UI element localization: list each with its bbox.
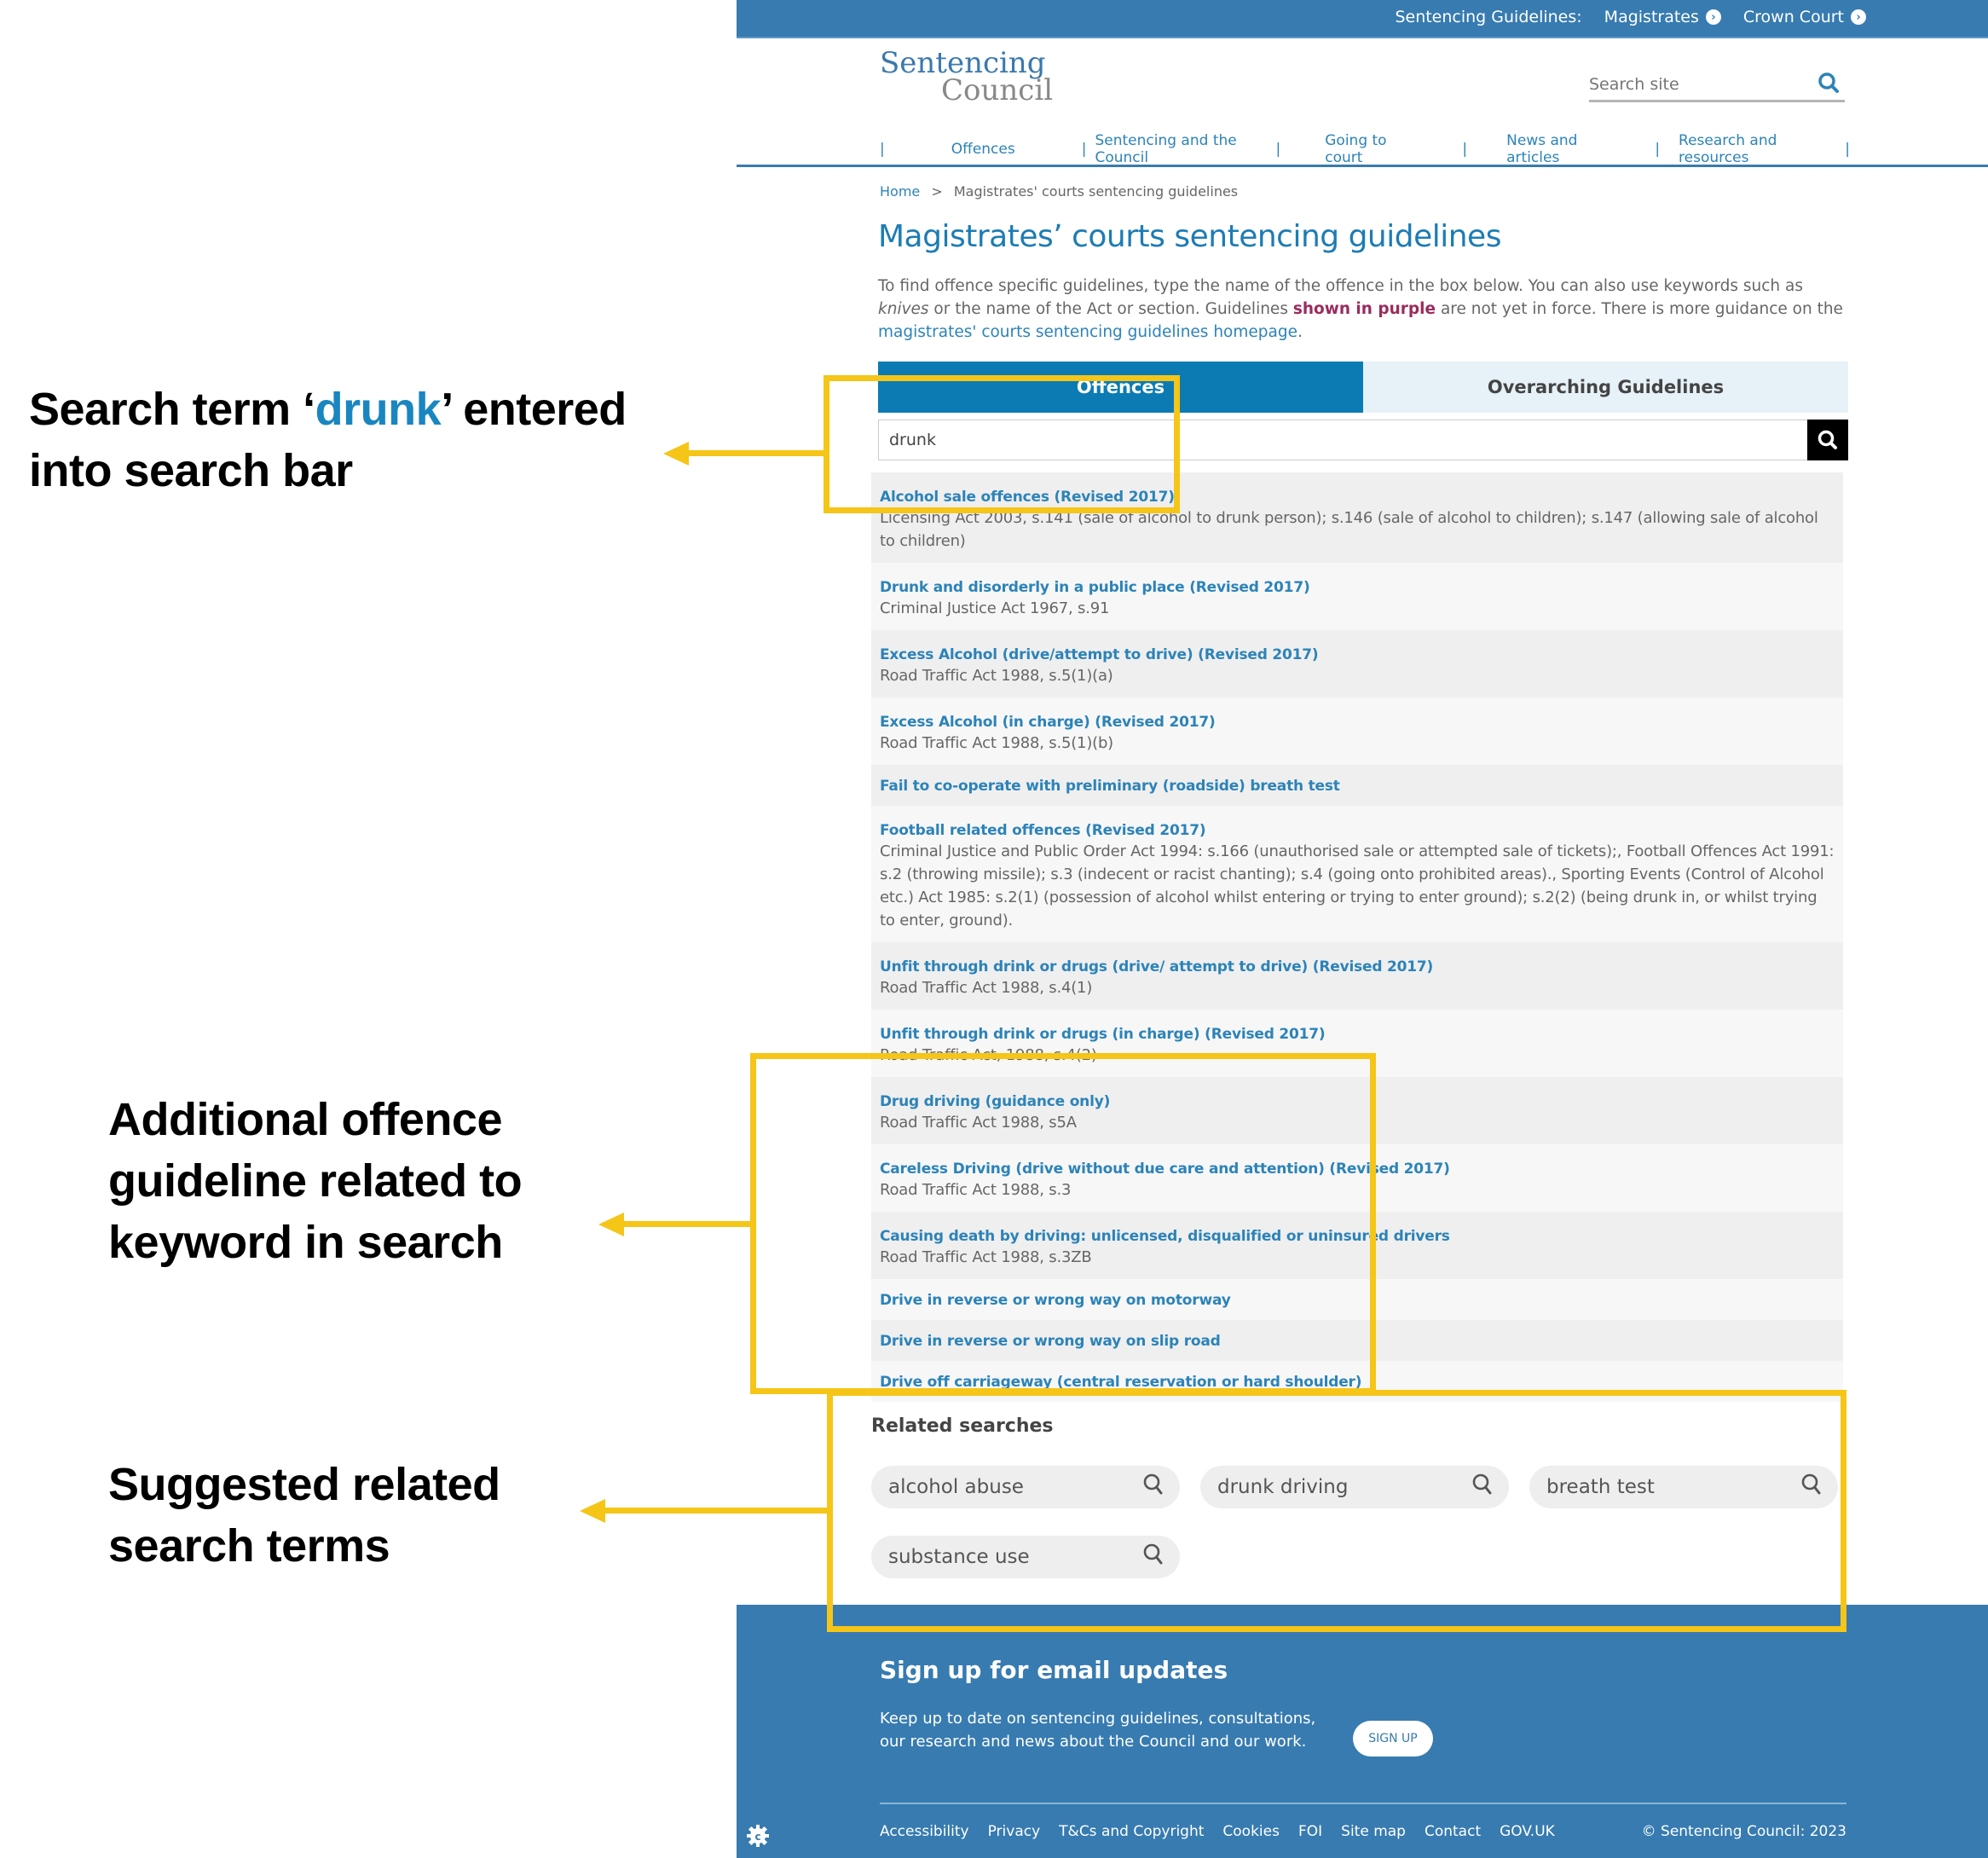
top-bar: Sentencing Guidelines: Magistrates › Crow… bbox=[737, 0, 1988, 38]
footer-link-contact[interactable]: Contact bbox=[1425, 1823, 1481, 1840]
sentencing-council-logo[interactable]: Sentencing Council bbox=[880, 49, 1054, 107]
tab-overarching-guidelines[interactable]: Overarching Guidelines bbox=[1363, 362, 1848, 413]
magistrates-link[interactable]: Magistrates › bbox=[1604, 8, 1721, 26]
result-row: Drunk and disorderly in a public place (… bbox=[871, 563, 1843, 630]
result-title-link[interactable]: Unfit through drink or drugs (drive/ att… bbox=[880, 958, 1835, 976]
sign-up-button[interactable]: SIGN UP bbox=[1353, 1721, 1433, 1757]
nav-divider: | bbox=[1845, 141, 1850, 158]
nav-going-to-court[interactable]: Going to court bbox=[1325, 132, 1414, 166]
guidelines-homepage-link[interactable]: magistrates' courts sentencing guideline… bbox=[878, 323, 1297, 341]
chevron-right-icon: › bbox=[1705, 9, 1721, 25]
nav-research-and-resources[interactable]: Research and resources bbox=[1679, 132, 1828, 166]
result-description: Criminal Justice and Public Order Act 19… bbox=[880, 842, 1835, 929]
breadcrumb-home[interactable]: Home bbox=[880, 183, 920, 200]
arrow-line bbox=[622, 1221, 754, 1227]
highlight-box-additional bbox=[750, 1053, 1376, 1394]
site-search bbox=[1589, 68, 1845, 102]
search-icon[interactable] bbox=[1818, 72, 1840, 98]
result-title-link[interactable]: Excess Alcohol (in charge) (Revised 2017… bbox=[880, 713, 1835, 732]
arrow-line bbox=[687, 450, 827, 456]
footer-link-site-map[interactable]: Site map bbox=[1341, 1823, 1406, 1840]
intro-emphasis: knives bbox=[878, 300, 929, 318]
nav-sentencing-and-the-council[interactable]: Sentencing and the Council bbox=[1095, 132, 1267, 166]
result-description: Criminal Justice Act 1967, s.91 bbox=[880, 599, 1110, 617]
intro-purple-text: shown in purple bbox=[1292, 300, 1436, 318]
result-row: Fail to co-operate with preliminary (roa… bbox=[871, 765, 1843, 806]
result-title-link[interactable]: Unfit through drink or drugs (in charge)… bbox=[880, 1025, 1835, 1044]
annotation-additional-offence: Additional offence guideline related to … bbox=[108, 1094, 523, 1268]
result-title-link[interactable]: Drunk and disorderly in a public place (… bbox=[880, 578, 1835, 597]
result-row: Football related offences (Revised 2017)… bbox=[871, 806, 1843, 942]
nav-divider-line bbox=[737, 165, 1988, 167]
svg-text:c: c bbox=[754, 1831, 760, 1843]
footer-link-foi[interactable]: FOI bbox=[1298, 1823, 1322, 1840]
result-description: Licensing Act 2003, s.141 (sale of alcoh… bbox=[880, 509, 1818, 550]
intro-part: . bbox=[1297, 323, 1303, 341]
intro-part: To find offence specific guidelines, typ… bbox=[878, 277, 1804, 295]
highlight-box-search bbox=[824, 375, 1180, 513]
footer: Sign up for email updates Keep up to dat… bbox=[737, 1605, 1988, 1858]
annotation-highlight: drunk bbox=[315, 384, 442, 435]
result-title-link[interactable]: Excess Alcohol (drive/attempt to drive) … bbox=[880, 645, 1835, 664]
chevron-right-icon: › bbox=[1851, 9, 1866, 25]
result-row: Unfit through drink or drugs (drive/ att… bbox=[871, 942, 1843, 1010]
nav-divider: | bbox=[1275, 141, 1281, 158]
nav-divider: | bbox=[1081, 141, 1087, 158]
intro-part: are not yet in force. There is more guid… bbox=[1436, 300, 1843, 318]
result-title-link[interactable]: Fail to co-operate with preliminary (roa… bbox=[880, 777, 1835, 796]
nav-divider: | bbox=[880, 141, 885, 158]
crown-court-link-label: Crown Court bbox=[1742, 8, 1844, 26]
annotation-search-term: Search term ‘drunk’ entered into search … bbox=[29, 379, 711, 501]
site-search-input[interactable] bbox=[1589, 68, 1802, 94]
email-signup-text: Keep up to date on sentencing guidelines… bbox=[880, 1710, 1316, 1751]
arrow-head bbox=[580, 1499, 605, 1523]
footer-link-terms[interactable]: T&Cs and Copyright bbox=[1059, 1823, 1204, 1840]
result-row: Excess Alcohol (in charge) (Revised 2017… bbox=[871, 697, 1843, 765]
footer-link-govuk[interactable]: GOV.UK bbox=[1500, 1823, 1555, 1840]
annotation-text: Search term ‘ bbox=[29, 384, 315, 435]
footer-link-privacy[interactable]: Privacy bbox=[988, 1823, 1041, 1840]
copyright: © Sentencing Council: 2023 bbox=[1641, 1823, 1846, 1840]
result-description: Road Traffic Act 1988, s.5(1)(b) bbox=[880, 734, 1114, 752]
nav-divider: | bbox=[1462, 141, 1468, 158]
guidelines-label: Sentencing Guidelines: bbox=[1395, 8, 1582, 26]
footer-link-cookies[interactable]: Cookies bbox=[1222, 1823, 1280, 1840]
page-title: Magistrates’ courts sentencing guideline… bbox=[878, 219, 1501, 254]
footer-links: Accessibility Privacy T&Cs and Copyright… bbox=[880, 1823, 1555, 1840]
result-row: Excess Alcohol (drive/attempt to drive) … bbox=[871, 630, 1843, 697]
result-description: Road Traffic Act 1988, s.4(1) bbox=[880, 979, 1093, 997]
magistrates-link-label: Magistrates bbox=[1604, 8, 1699, 26]
breadcrumb-current: Magistrates' courts sentencing guideline… bbox=[953, 183, 1239, 200]
intro-text: To find offence specific guidelines, typ… bbox=[878, 275, 1850, 344]
annotation-related-terms: Suggested related search terms bbox=[108, 1459, 500, 1571]
arrow-line bbox=[605, 1508, 830, 1514]
search-icon bbox=[1818, 430, 1837, 449]
nav-offences[interactable]: Offences bbox=[951, 141, 1015, 158]
email-signup-heading: Sign up for email updates bbox=[880, 1656, 1228, 1684]
result-title-link[interactable]: Football related offences (Revised 2017) bbox=[880, 821, 1835, 840]
intro-part: or the name of the Act or section. Guide… bbox=[928, 300, 1293, 318]
crown-court-link[interactable]: Crown Court › bbox=[1743, 8, 1866, 26]
arrow-head bbox=[598, 1213, 624, 1236]
footer-link-accessibility[interactable]: Accessibility bbox=[880, 1823, 969, 1840]
main-nav: | Offences | Sentencing and the Council … bbox=[880, 132, 1850, 166]
breadcrumb-separator: > bbox=[931, 183, 943, 200]
nav-divider: | bbox=[1655, 141, 1661, 158]
nav-news-and-articles[interactable]: News and articles bbox=[1506, 132, 1617, 166]
cookie-settings-gear-icon[interactable]: c bbox=[747, 1825, 769, 1850]
highlight-box-related bbox=[827, 1390, 1846, 1632]
result-description: Road Traffic Act 1988, s.5(1)(a) bbox=[880, 667, 1113, 685]
offence-search-button[interactable] bbox=[1807, 420, 1848, 460]
breadcrumb: Home > Magistrates' courts sentencing gu… bbox=[880, 183, 1238, 200]
footer-divider bbox=[880, 1803, 1846, 1804]
logo-line-2: Council bbox=[941, 73, 1054, 107]
arrow-head bbox=[663, 442, 689, 466]
